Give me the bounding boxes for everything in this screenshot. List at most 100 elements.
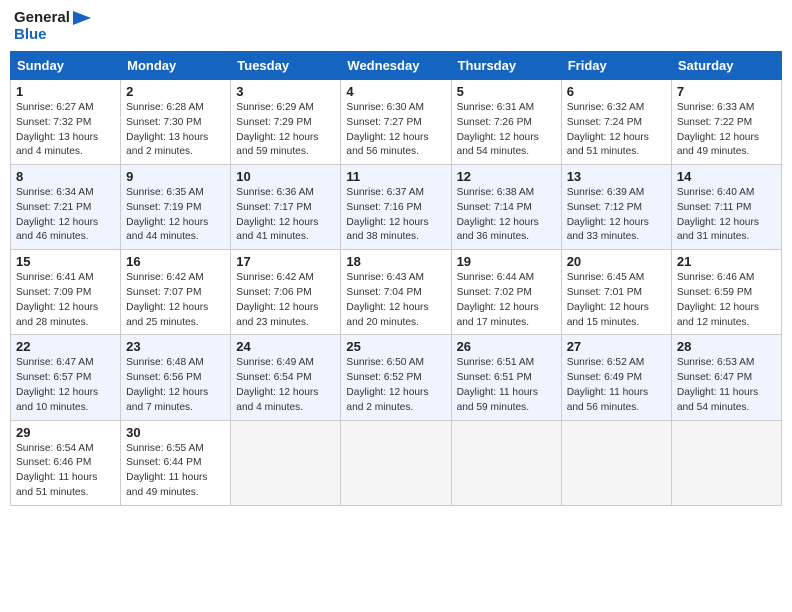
weekday-header-sunday: Sunday xyxy=(11,52,121,80)
day-number: 4 xyxy=(346,84,445,99)
weekday-header-thursday: Thursday xyxy=(451,52,561,80)
weekday-header-saturday: Saturday xyxy=(671,52,781,80)
day-cell: 8 Sunrise: 6:34 AMSunset: 7:21 PMDaylight… xyxy=(11,165,121,250)
day-info: Sunrise: 6:35 AMSunset: 7:19 PMDaylight:… xyxy=(126,186,225,245)
weekday-header-row: SundayMondayTuesdayWednesdayThursdayFrid… xyxy=(11,52,782,80)
day-number: 12 xyxy=(457,169,556,184)
day-info: Sunrise: 6:49 AMSunset: 6:54 PMDaylight:… xyxy=(236,356,335,415)
day-number: 7 xyxy=(677,84,776,99)
day-cell: 7 Sunrise: 6:33 AMSunset: 7:22 PMDaylight… xyxy=(671,80,781,165)
day-info: Sunrise: 6:45 AMSunset: 7:01 PMDaylight:… xyxy=(567,271,666,330)
day-number: 21 xyxy=(677,254,776,269)
day-cell: 21 Sunrise: 6:46 AMSunset: 6:59 PMDayligh… xyxy=(671,250,781,335)
day-info: Sunrise: 6:55 AMSunset: 6:44 PMDaylight:… xyxy=(126,442,225,501)
day-cell xyxy=(341,420,451,505)
day-number: 17 xyxy=(236,254,335,269)
day-number: 14 xyxy=(677,169,776,184)
day-cell: 29Sunrise: 6:54 AMSunset: 6:46 PMDayligh… xyxy=(11,420,121,505)
day-info: Sunrise: 6:53 AMSunset: 6:47 PMDaylight:… xyxy=(677,356,776,415)
day-info: Sunrise: 6:33 AMSunset: 7:22 PMDaylight:… xyxy=(677,101,776,160)
day-cell: 20Sunrise: 6:45 AMSunset: 7:01 PMDayligh… xyxy=(561,250,671,335)
day-number: 11 xyxy=(346,169,445,184)
day-cell: 1 Sunrise: 6:27 AMSunset: 7:32 PMDaylight… xyxy=(11,80,121,165)
week-row-4: 22 Sunrise: 6:47 AMSunset: 6:57 PMDayligh… xyxy=(11,335,782,420)
day-info: Sunrise: 6:28 AMSunset: 7:30 PMDaylight:… xyxy=(126,101,225,160)
day-number: 10 xyxy=(236,169,335,184)
header: General Blue xyxy=(10,10,782,43)
day-info: Sunrise: 6:31 AMSunset: 7:26 PMDaylight:… xyxy=(457,101,556,160)
day-cell: 26 Sunrise: 6:51 AMSunset: 6:51 PMDayligh… xyxy=(451,335,561,420)
day-number: 2 xyxy=(126,84,225,99)
day-info: Sunrise: 6:42 AMSunset: 7:07 PMDaylight:… xyxy=(126,271,225,330)
day-info: Sunrise: 6:42 AMSunset: 7:06 PMDaylight:… xyxy=(236,271,335,330)
day-cell: 4 Sunrise: 6:30 AMSunset: 7:27 PMDaylight… xyxy=(341,80,451,165)
day-number: 16 xyxy=(126,254,225,269)
day-info: Sunrise: 6:47 AMSunset: 6:57 PMDaylight:… xyxy=(16,356,115,415)
day-number: 25 xyxy=(346,339,445,354)
day-cell xyxy=(451,420,561,505)
day-info: Sunrise: 6:37 AMSunset: 7:16 PMDaylight:… xyxy=(346,186,445,245)
day-cell: 19Sunrise: 6:44 AMSunset: 7:02 PMDayligh… xyxy=(451,250,561,335)
week-row-3: 15 Sunrise: 6:41 AMSunset: 7:09 PMDayligh… xyxy=(11,250,782,335)
day-number: 29 xyxy=(16,425,115,440)
day-cell: 17 Sunrise: 6:42 AMSunset: 7:06 PMDayligh… xyxy=(231,250,341,335)
day-cell: 30 Sunrise: 6:55 AMSunset: 6:44 PMDayligh… xyxy=(121,420,231,505)
day-number: 27 xyxy=(567,339,666,354)
day-info: Sunrise: 6:30 AMSunset: 7:27 PMDaylight:… xyxy=(346,101,445,160)
day-cell xyxy=(671,420,781,505)
day-info: Sunrise: 6:40 AMSunset: 7:11 PMDaylight:… xyxy=(677,186,776,245)
day-number: 3 xyxy=(236,84,335,99)
day-cell xyxy=(231,420,341,505)
day-cell: 6 Sunrise: 6:32 AMSunset: 7:24 PMDaylight… xyxy=(561,80,671,165)
day-cell: 16 Sunrise: 6:42 AMSunset: 7:07 PMDayligh… xyxy=(121,250,231,335)
day-cell: 24Sunrise: 6:49 AMSunset: 6:54 PMDayligh… xyxy=(231,335,341,420)
day-info: Sunrise: 6:32 AMSunset: 7:24 PMDaylight:… xyxy=(567,101,666,160)
day-info: Sunrise: 6:41 AMSunset: 7:09 PMDaylight:… xyxy=(16,271,115,330)
weekday-header-tuesday: Tuesday xyxy=(231,52,341,80)
day-cell: 25 Sunrise: 6:50 AMSunset: 6:52 PMDayligh… xyxy=(341,335,451,420)
day-cell: 12 Sunrise: 6:38 AMSunset: 7:14 PMDayligh… xyxy=(451,165,561,250)
day-cell: 23 Sunrise: 6:48 AMSunset: 6:56 PMDayligh… xyxy=(121,335,231,420)
day-cell: 27Sunrise: 6:52 AMSunset: 6:49 PMDayligh… xyxy=(561,335,671,420)
weekday-header-monday: Monday xyxy=(121,52,231,80)
day-info: Sunrise: 6:51 AMSunset: 6:51 PMDaylight:… xyxy=(457,356,556,415)
day-cell: 5 Sunrise: 6:31 AMSunset: 7:26 PMDaylight… xyxy=(451,80,561,165)
day-cell: 22 Sunrise: 6:47 AMSunset: 6:57 PMDayligh… xyxy=(11,335,121,420)
day-info: Sunrise: 6:48 AMSunset: 6:56 PMDaylight:… xyxy=(126,356,225,415)
day-number: 18 xyxy=(346,254,445,269)
day-number: 9 xyxy=(126,169,225,184)
day-number: 6 xyxy=(567,84,666,99)
day-info: Sunrise: 6:38 AMSunset: 7:14 PMDaylight:… xyxy=(457,186,556,245)
day-cell: 18Sunrise: 6:43 AMSunset: 7:04 PMDayligh… xyxy=(341,250,451,335)
day-cell xyxy=(561,420,671,505)
day-number: 5 xyxy=(457,84,556,99)
day-cell: 9 Sunrise: 6:35 AMSunset: 7:19 PMDaylight… xyxy=(121,165,231,250)
day-info: Sunrise: 6:46 AMSunset: 6:59 PMDaylight:… xyxy=(677,271,776,330)
day-number: 30 xyxy=(126,425,225,440)
day-info: Sunrise: 6:50 AMSunset: 6:52 PMDaylight:… xyxy=(346,356,445,415)
day-cell: 14 Sunrise: 6:40 AMSunset: 7:11 PMDayligh… xyxy=(671,165,781,250)
day-info: Sunrise: 6:34 AMSunset: 7:21 PMDaylight:… xyxy=(16,186,115,245)
day-cell: 28 Sunrise: 6:53 AMSunset: 6:47 PMDayligh… xyxy=(671,335,781,420)
day-number: 23 xyxy=(126,339,225,354)
day-number: 26 xyxy=(457,339,556,354)
logo: General Blue xyxy=(14,10,91,43)
week-row-2: 8 Sunrise: 6:34 AMSunset: 7:21 PMDaylight… xyxy=(11,165,782,250)
day-number: 1 xyxy=(16,84,115,99)
week-row-5: 29Sunrise: 6:54 AMSunset: 6:46 PMDayligh… xyxy=(11,420,782,505)
day-number: 28 xyxy=(677,339,776,354)
day-number: 15 xyxy=(16,254,115,269)
day-number: 22 xyxy=(16,339,115,354)
day-number: 19 xyxy=(457,254,556,269)
day-cell: 10 Sunrise: 6:36 AMSunset: 7:17 PMDayligh… xyxy=(231,165,341,250)
day-cell: 13Sunrise: 6:39 AMSunset: 7:12 PMDayligh… xyxy=(561,165,671,250)
weekday-header-friday: Friday xyxy=(561,52,671,80)
day-cell: 15 Sunrise: 6:41 AMSunset: 7:09 PMDayligh… xyxy=(11,250,121,335)
weekday-header-wednesday: Wednesday xyxy=(341,52,451,80)
day-info: Sunrise: 6:36 AMSunset: 7:17 PMDaylight:… xyxy=(236,186,335,245)
day-number: 8 xyxy=(16,169,115,184)
day-info: Sunrise: 6:29 AMSunset: 7:29 PMDaylight:… xyxy=(236,101,335,160)
day-cell: 3 Sunrise: 6:29 AMSunset: 7:29 PMDaylight… xyxy=(231,80,341,165)
day-info: Sunrise: 6:27 AMSunset: 7:32 PMDaylight:… xyxy=(16,101,115,160)
day-info: Sunrise: 6:39 AMSunset: 7:12 PMDaylight:… xyxy=(567,186,666,245)
